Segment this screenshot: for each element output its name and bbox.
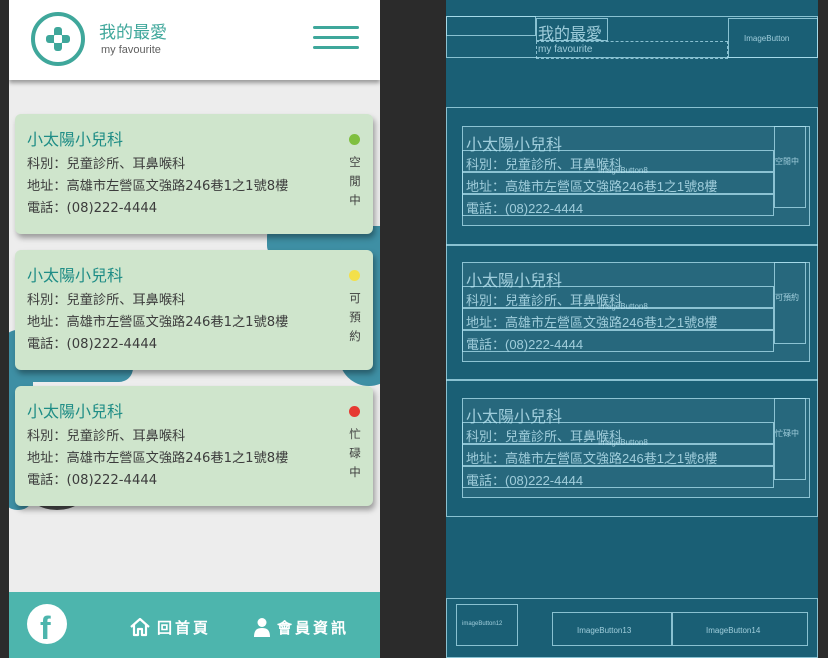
blueprint-status-box — [774, 262, 806, 344]
clinic-card[interactable]: 小太陽小兒科 科別：兒童診所、耳鼻喉科 地址：高雄市左營區文強路246巷1之1號… — [15, 386, 373, 506]
blueprint-card-address: 地址：高雄市左營區文強路246巷1之1號8樓 — [466, 451, 718, 466]
member-info-button[interactable]: 會員資訊 — [253, 614, 349, 640]
blueprint-card-phone: 電話：(08)222-4444 — [466, 337, 584, 352]
clinic-phone: 電話：(08)222-4444 — [27, 337, 158, 352]
blueprint-card[interactable]: 小太陽小兒科 科別：兒童診所、耳鼻喉科 地址：高雄市左營區文強路246巷1之1號… — [462, 126, 810, 226]
page-title: 我的最愛 — [99, 23, 167, 43]
page-subtitle: my favourite — [101, 44, 161, 56]
designer-workspace: 我的最愛 my favourite 小太陽小兒科 科別：兒童診所、耳鼻喉科 地址… — [0, 0, 828, 658]
clinic-name: 小太陽小兒科 — [27, 130, 124, 149]
blueprint-card-status: 可預約 — [775, 293, 799, 302]
canvas-gap — [380, 0, 446, 658]
clinic-address: 地址：高雄市左營區文強路246巷1之1號8樓 — [27, 451, 289, 466]
blueprint-card-address: 地址：高雄市左營區文強路246巷1之1號8樓 — [466, 315, 718, 330]
blueprint-footer-button-3-label: ImageButton14 — [706, 626, 761, 635]
blueprint-card[interactable]: 小太陽小兒科 科別：兒童診所、耳鼻喉科 地址：高雄市左營區文強路246巷1之1號… — [462, 398, 810, 498]
status-dot — [349, 134, 360, 145]
app-header: 我的最愛 my favourite — [9, 0, 380, 80]
clinic-address: 地址：高雄市左營區文強路246巷1之1號8樓 — [27, 179, 289, 194]
member-info-label: 會員資訊 — [277, 618, 350, 637]
user-icon — [254, 618, 270, 637]
clinic-department: 科別：兒童診所、耳鼻喉科 — [27, 157, 186, 172]
status-dot — [349, 406, 360, 417]
blueprint-card-status: 忙碌中 — [775, 429, 799, 438]
clinic-department: 科別：兒童診所、耳鼻喉科 — [27, 293, 186, 308]
home-button-label: 回首頁 — [157, 618, 212, 637]
clinic-department: 科別：兒童診所、耳鼻喉科 — [27, 429, 186, 444]
facebook-icon[interactable]: f — [27, 604, 67, 646]
blueprint-preview: 我的最愛 my favourite ImageButton 小太陽小兒科 科別：… — [446, 0, 818, 658]
clinic-name: 小太陽小兒科 — [27, 266, 124, 285]
blueprint-card-phone: 電話：(08)222-4444 — [466, 473, 584, 488]
design-preview: 我的最愛 my favourite 小太陽小兒科 科別：兒童診所、耳鼻喉科 地址… — [9, 0, 380, 658]
status-badge: 可預約 — [349, 291, 361, 343]
blueprint-footer-button-1-label: imageButton12 — [462, 621, 503, 627]
blueprint-logo-box — [446, 16, 536, 36]
blueprint-footer-button-2-label: ImageButton13 — [577, 626, 632, 635]
blueprint-card-overlay-label: ImageButton8 — [598, 302, 648, 311]
status-badge: 空閒中 — [349, 155, 361, 207]
home-icon — [130, 617, 150, 637]
blueprint-card-address: 地址：高雄市左營區文強路246巷1之1號8樓 — [466, 179, 718, 194]
blueprint-card-overlay-label: ImageButton8 — [598, 166, 648, 175]
blueprint-card-status: 空閒中 — [775, 157, 799, 166]
blueprint-menu-button-label: ImageButton — [744, 34, 790, 43]
medical-cross-icon — [31, 12, 85, 66]
blueprint-row-divider — [446, 244, 818, 246]
blueprint-row-divider — [446, 379, 818, 381]
status-badge: 忙碌中 — [349, 427, 361, 479]
clinic-card[interactable]: 小太陽小兒科 科別：兒童診所、耳鼻喉科 地址：高雄市左營區文強路246巷1之1號… — [15, 250, 373, 370]
hamburger-menu-icon[interactable] — [313, 24, 359, 52]
status-dot — [349, 270, 360, 281]
blueprint-card[interactable]: 小太陽小兒科 科別：兒童診所、耳鼻喉科 地址：高雄市左營區文強路246巷1之1號… — [462, 262, 810, 362]
clinic-name: 小太陽小兒科 — [27, 402, 124, 421]
blueprint-card-phone: 電話：(08)222-4444 — [466, 201, 584, 216]
clinic-card[interactable]: 小太陽小兒科 科別：兒童診所、耳鼻喉科 地址：高雄市左營區文強路246巷1之1號… — [15, 114, 373, 234]
clinic-address: 地址：高雄市左營區文強路246巷1之1號8樓 — [27, 315, 289, 330]
home-button[interactable]: 回首頁 — [129, 614, 211, 640]
blueprint-card-overlay-label: ImageButton8 — [598, 438, 648, 447]
blueprint-subtitle: my favourite — [538, 44, 593, 55]
blueprint-status-box — [774, 398, 806, 480]
clinic-phone: 電話：(08)222-4444 — [27, 201, 158, 216]
bottom-nav: f 回首頁 會員資訊 — [9, 592, 380, 658]
clinic-phone: 電話：(08)222-4444 — [27, 473, 158, 488]
blueprint-status-box — [774, 126, 806, 208]
